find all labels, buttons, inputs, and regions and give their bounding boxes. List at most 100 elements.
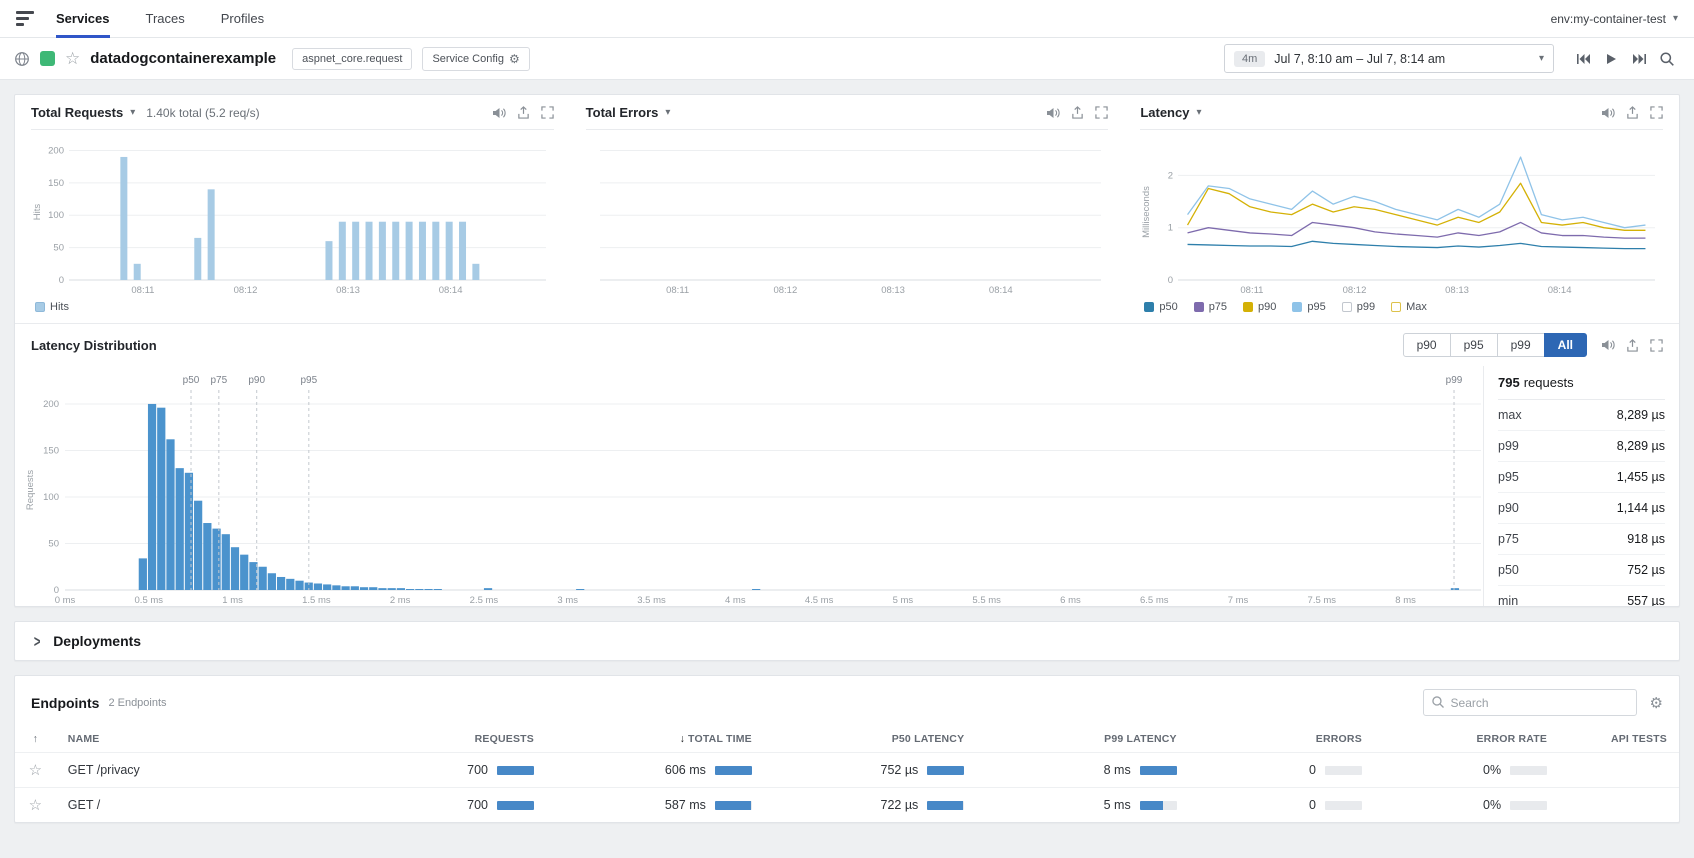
error-rate-value: 0%	[1483, 763, 1501, 777]
favorite-star-icon[interactable]: ☆	[65, 50, 80, 67]
svg-text:150: 150	[48, 178, 64, 189]
total-errors-title[interactable]: Total Errors	[586, 105, 659, 120]
zoom-search-icon[interactable]	[1654, 46, 1680, 72]
total-errors-chart[interactable]: 08:11 08:12 08:13 08:14	[586, 136, 1109, 296]
svg-text:150: 150	[43, 445, 59, 456]
svg-text:0: 0	[59, 275, 64, 286]
legend-item-hits[interactable]: Hits	[35, 301, 69, 313]
svg-text:08:12: 08:12	[773, 285, 797, 296]
legend-item-p95[interactable]: p95	[1292, 301, 1325, 313]
legend-item-p90[interactable]: p90	[1243, 301, 1276, 313]
speaker-icon[interactable]	[1046, 107, 1060, 119]
fullscreen-icon[interactable]	[1650, 339, 1663, 352]
skip-back-button[interactable]	[1570, 46, 1596, 72]
export-icon[interactable]	[1626, 339, 1639, 352]
stat-row-min: min557 µs	[1498, 586, 1665, 606]
service-config-button[interactable]: Service Config ⚙	[422, 47, 529, 71]
fullscreen-icon[interactable]	[1650, 106, 1663, 119]
deployments-section[interactable]: > Deployments	[14, 621, 1680, 661]
legend-item-p99[interactable]: p99	[1342, 301, 1375, 313]
p99-button[interactable]: p99	[1497, 333, 1545, 357]
tab-profiles[interactable]: Profiles	[221, 0, 264, 38]
play-button[interactable]	[1598, 46, 1624, 72]
table-settings-gear-icon[interactable]: ⚙	[1650, 694, 1663, 712]
table-row: ☆ GET / 700 587 ms 722 µs 5 ms 0 0%	[15, 788, 1679, 823]
speaker-icon[interactable]	[1601, 107, 1615, 119]
fullscreen-icon[interactable]	[1095, 106, 1108, 119]
all-button[interactable]: All	[1544, 333, 1587, 357]
export-icon[interactable]	[1071, 106, 1084, 119]
column-total-time[interactable]: ↓TOTAL TIME	[546, 726, 764, 753]
svg-text:Milliseconds: Milliseconds	[1141, 186, 1152, 238]
svg-text:Hits: Hits	[32, 204, 43, 221]
svg-text:08:11: 08:11	[666, 285, 689, 296]
total-errors-panel: Total Errors ▾ 08:11 08:12 08:13 08:14	[570, 95, 1125, 323]
time-range-selector[interactable]: 4m Jul 7, 8:10 am – Jul 7, 8:14 am ▾	[1224, 44, 1554, 73]
legend-item-max[interactable]: Max	[1391, 301, 1427, 313]
column-p50-latency[interactable]: P50 LATENCY	[764, 726, 976, 753]
env-label: env:my-container-test	[1551, 12, 1666, 26]
legend-item-p50[interactable]: p50	[1144, 301, 1177, 313]
svg-text:08:12: 08:12	[1343, 285, 1367, 296]
chart-header-icons	[1046, 106, 1108, 119]
svg-text:08:14: 08:14	[989, 285, 1013, 296]
chevron-down-icon[interactable]: ▾	[665, 107, 670, 118]
svg-text:50: 50	[53, 243, 64, 254]
svg-text:08:14: 08:14	[439, 285, 463, 296]
endpoint-link[interactable]: GET /privacy	[68, 763, 140, 777]
service-config-label: Service Config	[432, 53, 504, 65]
chevron-down-icon[interactable]: ▾	[1196, 107, 1201, 118]
favorite-star-icon[interactable]: ☆	[29, 797, 42, 814]
search-input[interactable]	[1423, 689, 1637, 716]
tab-traces[interactable]: Traces	[146, 0, 185, 38]
speaker-icon[interactable]	[492, 107, 506, 119]
fullscreen-icon[interactable]	[541, 106, 554, 119]
p95-button[interactable]: p95	[1450, 333, 1498, 357]
stat-row-p50: p50752 µs	[1498, 555, 1665, 586]
latency-chart[interactable]: 01208:1108:1208:1308:14Milliseconds	[1140, 136, 1663, 296]
svg-text:7.5 ms: 7.5 ms	[1308, 595, 1337, 606]
export-icon[interactable]	[1626, 106, 1639, 119]
errors-value: 0	[1309, 798, 1316, 812]
column-requests[interactable]: REQUESTS	[404, 726, 546, 753]
total-time-bar	[715, 801, 752, 810]
column-p99-latency[interactable]: P99 LATENCY	[976, 726, 1188, 753]
stat-value: 557 µs	[1627, 594, 1665, 606]
time-nav-buttons	[1570, 46, 1680, 72]
menu-icon[interactable]	[16, 11, 34, 26]
p50-latency-value: 752 µs	[881, 763, 919, 777]
total-requests-panel: Total Requests ▾ 1.40k total (5.2 req/s)…	[15, 95, 570, 323]
p90-button[interactable]: p90	[1403, 333, 1451, 357]
export-icon[interactable]	[517, 106, 530, 119]
column-errors[interactable]: ERRORS	[1189, 726, 1374, 753]
tab-services[interactable]: Services	[56, 0, 110, 38]
operation-badge[interactable]: aspnet_core.request	[292, 48, 412, 70]
legend-label: Hits	[50, 301, 69, 313]
legend-item-p75[interactable]: p75	[1194, 301, 1227, 313]
latency-title[interactable]: Latency	[1140, 105, 1189, 120]
p50-latency-bar	[927, 801, 964, 810]
column-name[interactable]: NAME	[56, 726, 405, 753]
stat-label: p90	[1498, 501, 1519, 515]
skip-forward-button[interactable]	[1626, 46, 1652, 72]
total-requests-chart[interactable]: 05010015020008:1108:1208:1308:14Hits	[31, 136, 554, 296]
speaker-icon[interactable]	[1601, 339, 1615, 351]
hits-swatch	[35, 302, 45, 312]
chevron-down-icon[interactable]: ▾	[130, 107, 135, 118]
column-error-rate[interactable]: ERROR RATE	[1374, 726, 1559, 753]
endpoint-link[interactable]: GET /	[68, 798, 100, 812]
sort-asc-icon[interactable]: ↑	[33, 733, 38, 745]
p99-latency-bar	[1140, 766, 1177, 775]
favorite-star-icon[interactable]: ☆	[29, 762, 42, 779]
svg-text:08:12: 08:12	[234, 285, 258, 296]
total-requests-legend: Hits	[31, 296, 554, 319]
latency-distribution-chart[interactable]: 0501001502000 ms0.5 ms1 ms1.5 ms2 ms2.5 …	[15, 366, 1483, 606]
env-selector[interactable]: env:my-container-test ▾	[1551, 12, 1678, 26]
requests-bar	[497, 766, 534, 775]
total-requests-title[interactable]: Total Requests	[31, 105, 123, 120]
column-api-tests[interactable]: API TESTS	[1559, 726, 1679, 753]
svg-text:08:13: 08:13	[881, 285, 905, 296]
chevron-right-icon: >	[34, 631, 41, 650]
svg-text:50: 50	[48, 538, 59, 549]
requests-count-suffix: requests	[1524, 375, 1574, 390]
